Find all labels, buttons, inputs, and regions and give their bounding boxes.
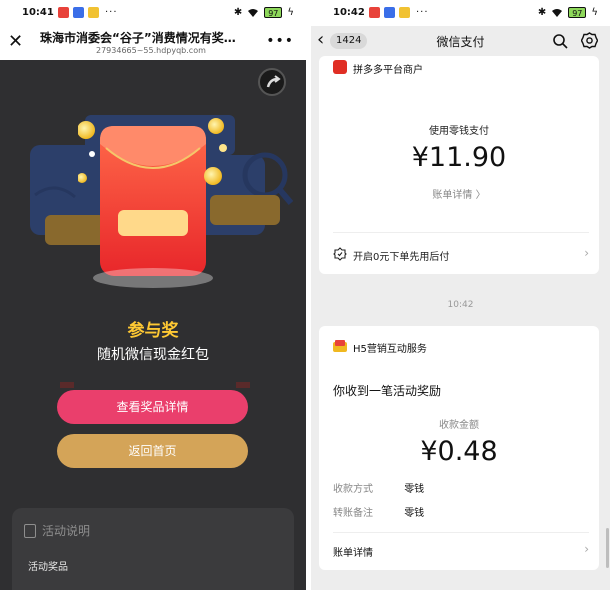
status-app-icons: ··· xyxy=(58,7,118,18)
prize-description: 随机微信现金红包 xyxy=(97,347,209,363)
share-button[interactable] xyxy=(258,68,286,96)
activity-heading: 活动说明 xyxy=(42,524,91,538)
merchant-logo xyxy=(333,60,347,74)
transfer-note-value: 零钱 xyxy=(404,508,425,519)
document-icon xyxy=(24,523,36,538)
more-notifications-icon: ··· xyxy=(416,7,429,18)
payment-card[interactable]: 拼多多平台商户 使用零钱支付 ¥11.90 账单详情 〉 开启0元下单先用后付 … xyxy=(319,56,599,274)
amount-label: 收款金额 xyxy=(439,420,479,431)
activity-info-card: 活动说明 活动奖品 xyxy=(12,508,294,590)
share-icon xyxy=(266,75,281,88)
left-screen: 10:41 ··· ✱ 97 ϟ ✕ 珠海市消委会“谷子”消费情况有奖… 279… xyxy=(0,0,306,590)
red-packet-illustration xyxy=(78,118,227,288)
battery-icon: 97 xyxy=(264,7,283,18)
notification-icon xyxy=(399,7,410,18)
receive-method-row: 收款方式 零钱 xyxy=(333,480,424,495)
status-bar: 10:41 ··· ✱ 97 ϟ xyxy=(0,0,306,26)
browser-header: ✕ 珠海市消委会“谷子”消费情况有奖… 27934665~55.hdpyqb.c… xyxy=(0,26,306,60)
bill-details-link[interactable]: 账单详情 〉 xyxy=(319,186,599,201)
reward-card[interactable]: H5营销互动服务 你收到一笔活动奖励 收款金额 ¥0.48 收款方式 零钱 转账… xyxy=(319,326,599,570)
wechat-pay-header: ‹ 1424 微信支付 xyxy=(311,26,610,56)
page-title: 珠海市消委会“谷子”消费情况有奖… xyxy=(40,31,236,45)
receive-method-value: 零钱 xyxy=(404,484,425,495)
status-app-icons: ··· xyxy=(369,7,429,18)
merchant-name: 拼多多平台商户 xyxy=(353,65,423,76)
service-name: H5营销互动服务 xyxy=(353,344,427,355)
status-bar: 10:42 ··· ✱ 97 ϟ xyxy=(311,0,610,26)
refresh-icon xyxy=(333,247,347,261)
service-logo-icon xyxy=(333,340,347,352)
message-timestamp: 10:42 xyxy=(447,300,474,310)
activity-prizes-label: 活动奖品 xyxy=(28,562,68,573)
bill-details-label: 账单详情 xyxy=(333,548,373,559)
reward-message: 你收到一笔活动奖励 xyxy=(333,384,442,398)
payment-method-label: 使用零钱支付 xyxy=(429,126,489,137)
close-icon[interactable]: ✕ xyxy=(8,31,23,52)
decorative-bars xyxy=(60,382,250,388)
page-url: 27934665~55.hdpyqb.com xyxy=(96,46,206,55)
more-icon[interactable]: ••• xyxy=(266,33,294,49)
reward-amount: ¥0.48 xyxy=(420,436,498,467)
status-time: 10:41 xyxy=(22,7,54,18)
prize-title: 参与奖 xyxy=(127,321,179,341)
notification-icon xyxy=(369,7,380,18)
bill-details-row[interactable]: 账单详情 › xyxy=(333,542,589,559)
charging-icon: ϟ xyxy=(591,7,598,18)
chevron-right-icon: › xyxy=(584,246,589,260)
status-time: 10:42 xyxy=(333,7,365,18)
divider xyxy=(333,532,589,533)
receive-method-key: 收款方式 xyxy=(333,484,373,495)
view-prize-details-button[interactable]: 查看奖品详情 xyxy=(57,390,248,424)
transfer-note-row: 转账备注 零钱 xyxy=(333,504,424,519)
right-screen: 10:42 ··· ✱ 97 ϟ ‹ 1424 微信支付 拼多多平台商户 使用零… xyxy=(311,0,610,590)
bluetooth-icon: ✱ xyxy=(537,7,547,18)
wifi-icon xyxy=(552,8,563,17)
pay-later-label: 开启0元下单先用后付 xyxy=(353,252,450,263)
prize-page: 参与奖 随机微信现金红包 查看奖品详情 返回首页 活动说明 活动奖品 xyxy=(0,60,306,590)
pay-later-row[interactable]: 开启0元下单先用后付 › xyxy=(333,246,589,264)
notification-icon xyxy=(58,7,69,18)
charging-icon: ϟ xyxy=(287,7,294,18)
notification-icon xyxy=(73,7,84,18)
more-notifications-icon: ··· xyxy=(105,7,118,18)
divider xyxy=(333,232,589,233)
notification-icon xyxy=(384,7,395,18)
chevron-right-icon: › xyxy=(584,542,589,556)
notification-icon xyxy=(88,7,99,18)
payment-amount: ¥11.90 xyxy=(411,142,507,173)
search-icon[interactable] xyxy=(552,33,568,49)
bluetooth-icon: ✱ xyxy=(233,7,243,18)
battery-icon: 97 xyxy=(568,7,587,18)
gear-icon[interactable] xyxy=(581,32,598,49)
back-home-button[interactable]: 返回首页 xyxy=(57,434,248,468)
scrollbar[interactable] xyxy=(606,528,609,568)
wifi-icon xyxy=(248,8,259,17)
transfer-note-key: 转账备注 xyxy=(333,508,373,519)
